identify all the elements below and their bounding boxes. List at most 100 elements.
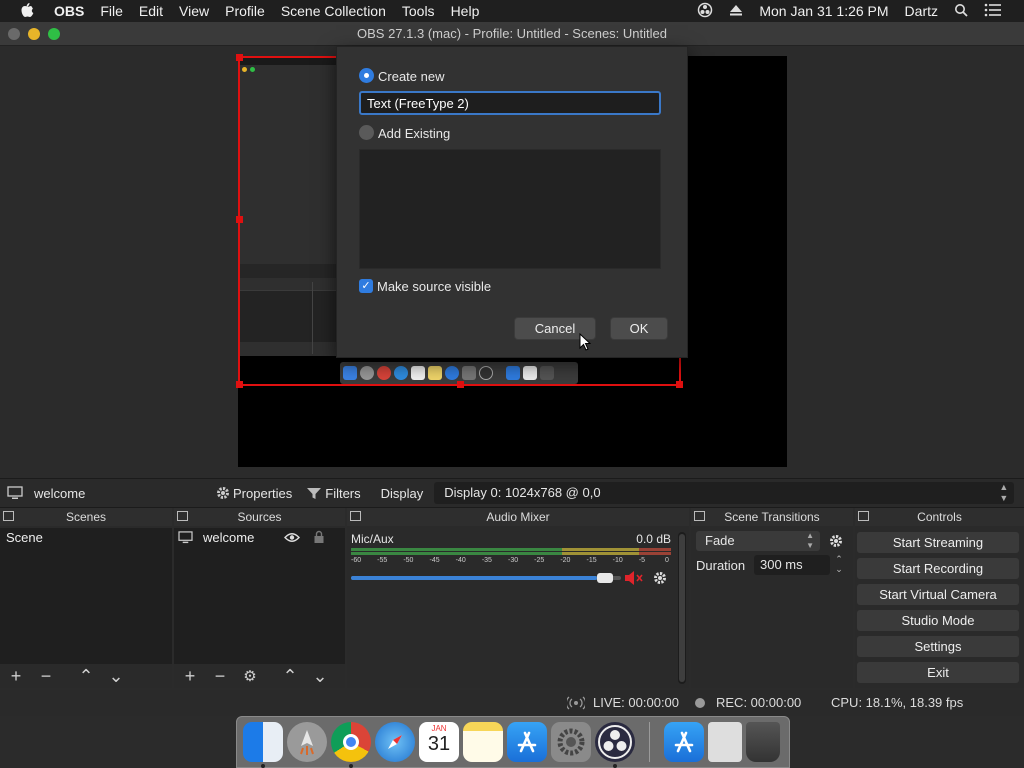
exit-button[interactable]: Exit	[857, 662, 1019, 683]
launchpad-icon[interactable]	[287, 722, 327, 762]
menu-view[interactable]: View	[171, 3, 217, 19]
filters-button[interactable]: Filters	[325, 486, 360, 501]
source-properties-gear-icon[interactable]: ⚙	[238, 667, 262, 685]
make-visible-checkbox[interactable]: ✓	[359, 279, 373, 293]
live-timer: LIVE: 00:00:00	[593, 695, 680, 710]
move-source-down-button[interactable]: ⌄	[308, 666, 332, 687]
make-visible-label[interactable]: Make source visible	[377, 279, 491, 294]
undock-icon[interactable]	[350, 511, 361, 521]
scene-item[interactable]: Scene	[0, 528, 172, 547]
eye-icon[interactable]	[284, 532, 300, 543]
obs-tray-icon[interactable]	[689, 2, 721, 21]
menu-edit[interactable]: Edit	[131, 3, 171, 19]
minimize-window-button[interactable]	[28, 28, 40, 40]
finder-icon[interactable]	[243, 722, 283, 768]
app-store-folder-icon[interactable]	[664, 722, 704, 762]
undock-icon[interactable]	[858, 511, 869, 521]
notes-icon[interactable]	[463, 722, 503, 762]
transition-select[interactable]: Fade ▲ ▼	[696, 531, 820, 551]
create-new-radio[interactable]	[359, 68, 374, 83]
start-virtual-camera-button[interactable]: Start Virtual Camera	[857, 584, 1019, 605]
ok-button[interactable]: OK	[610, 317, 668, 340]
meter-scale: -60 -55 -50 -45 -40 -35 -30 -25 -20 -15 -10 -5 0	[351, 557, 671, 569]
rec-timer: REC: 00:00:00	[716, 695, 802, 710]
resize-handle-left[interactable]	[236, 216, 243, 223]
trash-icon[interactable]	[746, 722, 780, 762]
scenes-dock: Scenes Scene + − ⌃ ⌄	[0, 508, 172, 688]
mixer-scrollbar-thumb[interactable]	[679, 534, 685, 682]
volume-slider[interactable]	[351, 573, 621, 583]
start-streaming-button[interactable]: Start Streaming	[857, 532, 1019, 553]
menu-obs[interactable]: OBS	[46, 3, 92, 19]
remove-source-button[interactable]: −	[208, 666, 232, 687]
menubar-clock[interactable]: Mon Jan 31 1:26 PM	[751, 3, 896, 19]
scenes-list[interactable]: Scene	[0, 528, 172, 666]
duration-stepper[interactable]: ⌃ ⌄	[832, 554, 846, 576]
create-new-label[interactable]: Create new	[378, 69, 444, 84]
gear-icon[interactable]	[215, 485, 231, 501]
meter-tick: -30	[508, 557, 519, 564]
resize-handle-bottom-right[interactable]	[676, 381, 683, 388]
filters-icon[interactable]	[306, 486, 322, 500]
add-existing-label[interactable]: Add Existing	[378, 126, 450, 141]
zoom-window-button[interactable]	[48, 28, 60, 40]
studio-mode-button[interactable]: Studio Mode	[857, 610, 1019, 631]
add-source-button[interactable]: +	[178, 666, 202, 687]
spotlight-search-icon[interactable]	[946, 3, 976, 20]
resize-handle-top-left[interactable]	[236, 54, 243, 61]
document-icon[interactable]	[708, 722, 742, 762]
remove-scene-button[interactable]: −	[34, 666, 58, 687]
mixer-scrollbar[interactable]	[678, 532, 686, 684]
existing-sources-list[interactable]	[359, 149, 661, 269]
sources-list[interactable]: welcome	[174, 528, 345, 666]
meter-tick: 0	[665, 557, 669, 564]
updown-arrows-icon: ▲ ▼	[999, 482, 1009, 503]
resize-handle-bottom-left[interactable]	[236, 381, 243, 388]
notification-center-icon[interactable]	[976, 3, 1010, 20]
duration-value: 300 ms	[760, 557, 803, 572]
resize-handle-bottom[interactable]	[457, 381, 464, 388]
safari-icon[interactable]	[375, 722, 415, 762]
meter-tick: -40	[455, 557, 466, 564]
source-name-input[interactable]	[359, 91, 661, 115]
display-select-value: Display 0: 1024x768 @ 0,0	[444, 485, 601, 500]
menu-profile[interactable]: Profile	[217, 3, 273, 19]
display-select[interactable]: Display 0: 1024x768 @ 0,0 ▲ ▼	[434, 482, 1015, 504]
obs-dock-icon[interactable]	[595, 722, 635, 768]
lock-icon[interactable]	[313, 530, 325, 544]
cpu-fps: CPU: 18.1%, 18.39 fps	[831, 695, 964, 710]
menu-help[interactable]: Help	[443, 3, 488, 19]
add-scene-button[interactable]: +	[4, 666, 28, 687]
broadcast-icon	[567, 696, 585, 710]
move-scene-up-button[interactable]: ⌃	[74, 666, 98, 687]
volume-slider-knob[interactable]	[597, 573, 614, 583]
app-store-icon[interactable]	[507, 722, 547, 762]
updown-arrows-icon: ▲ ▼	[806, 531, 814, 550]
apple-icon[interactable]	[20, 3, 36, 19]
properties-button[interactable]: Properties	[233, 486, 292, 501]
gear-icon[interactable]	[828, 533, 844, 549]
calendar-icon[interactable]: JAN 31	[419, 722, 459, 762]
settings-button[interactable]: Settings	[857, 636, 1019, 657]
source-item[interactable]: welcome	[174, 528, 345, 548]
duration-input[interactable]: 300 ms	[754, 555, 830, 575]
undock-icon[interactable]	[177, 511, 188, 521]
menubar-user[interactable]: Dartz	[897, 3, 946, 19]
sources-title: Sources	[174, 508, 345, 526]
system-preferences-icon[interactable]	[551, 722, 591, 762]
undock-icon[interactable]	[694, 511, 705, 521]
eject-icon[interactable]	[721, 3, 751, 20]
menu-file[interactable]: File	[92, 3, 131, 19]
menu-tools[interactable]: Tools	[394, 3, 443, 19]
muted-speaker-icon[interactable]	[624, 570, 644, 586]
start-recording-button[interactable]: Start Recording	[857, 558, 1019, 579]
add-existing-radio[interactable]	[359, 125, 374, 140]
gear-icon[interactable]	[652, 570, 668, 586]
close-window-button[interactable]	[8, 28, 20, 40]
meter-tick: -50	[403, 557, 414, 564]
chrome-icon[interactable]	[331, 722, 371, 768]
move-scene-down-button[interactable]: ⌄	[104, 666, 128, 687]
move-source-up-button[interactable]: ⌃	[278, 666, 302, 687]
menu-scene-collection[interactable]: Scene Collection	[273, 3, 394, 19]
undock-icon[interactable]	[3, 511, 14, 521]
